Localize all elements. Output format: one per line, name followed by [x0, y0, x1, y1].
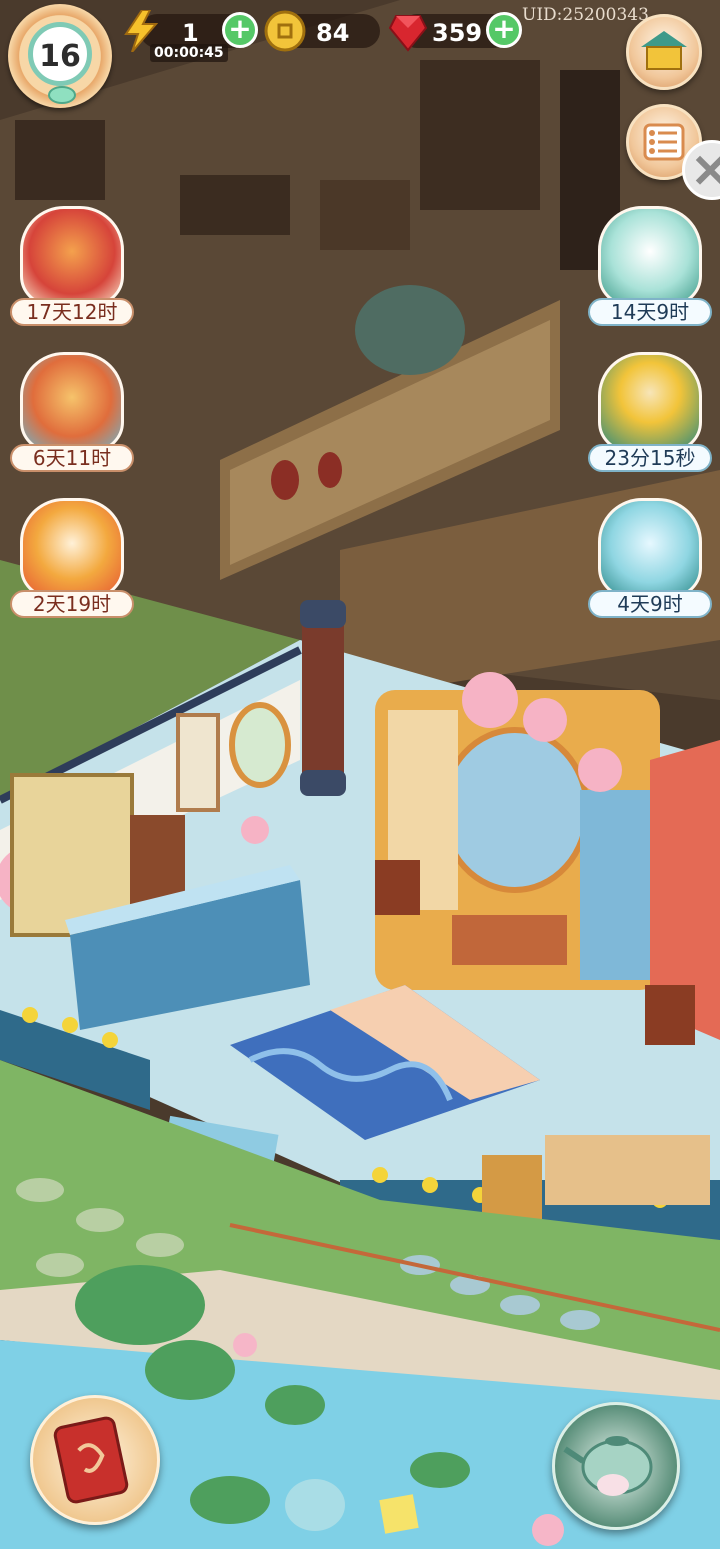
scroll-pack-icon: [20, 206, 124, 306]
event-phoenix-tree[interactable]: 6天11时: [10, 352, 134, 476]
tea-brewing-button[interactable]: [552, 1402, 680, 1530]
phoenix-tree-icon: [20, 352, 124, 452]
close-icon: ✕: [691, 145, 720, 197]
teapot-icon: [563, 1436, 653, 1496]
event-timer-label: 23分15秒: [588, 444, 712, 472]
event-lucky-cat[interactable]: 2天19时: [10, 498, 134, 622]
event-timer-label: 4天9时: [588, 590, 712, 618]
shop-pavilion-icon: [641, 31, 687, 70]
level-badge[interactable]: 16: [8, 4, 112, 108]
level-number: 16: [39, 39, 81, 74]
cat-cloud-icon: [598, 206, 702, 306]
gold-coin-icon: [264, 10, 306, 52]
level-badge-icon: 16: [28, 22, 92, 86]
event-timer-label: 6天11时: [10, 444, 134, 472]
cat-treasure-cart-icon: [598, 352, 702, 452]
lucky-cat-icon: [20, 498, 124, 598]
event-cat-treasure-cart[interactable]: 23分15秒: [588, 352, 712, 476]
gem-value: 359: [432, 19, 483, 47]
event-timer-label: 2天19时: [10, 590, 134, 618]
event-scroll-pack[interactable]: 17天12时: [10, 206, 134, 330]
energy-timer: 00:00:45: [150, 44, 228, 62]
level-leaf-icon: [48, 86, 76, 104]
recipe-book-button[interactable]: [30, 1395, 160, 1525]
energy-value: 1: [182, 19, 199, 47]
spirit-gift-box-icon: [598, 498, 702, 598]
recipe-book-icon: [53, 1416, 129, 1504]
add-gems-button[interactable]: +: [486, 12, 522, 48]
shop-button[interactable]: [626, 14, 702, 90]
event-cat-cloud[interactable]: 14天9时: [588, 206, 712, 330]
coin-value: 84: [316, 19, 350, 47]
event-timer-label: 14天9时: [588, 298, 712, 326]
event-timer-label: 17天12时: [10, 298, 134, 326]
add-energy-button[interactable]: +: [222, 12, 258, 48]
event-spirit-gift-box[interactable]: 4天9时: [588, 498, 712, 622]
ruby-gem-icon: [388, 15, 428, 52]
